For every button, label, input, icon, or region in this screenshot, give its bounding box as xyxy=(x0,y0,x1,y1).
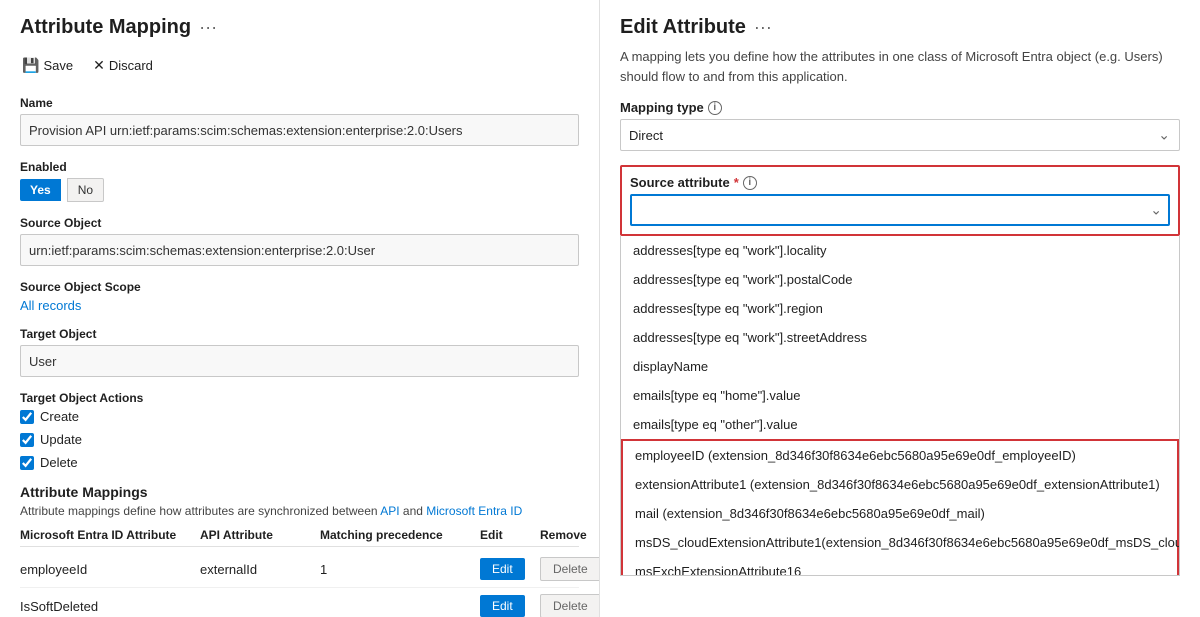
table-row: IsSoftDeleted Edit Delete xyxy=(20,588,579,617)
edit-attribute-title: Edit Attribute xyxy=(620,16,746,39)
all-records-link[interactable]: All records xyxy=(20,298,81,313)
desc-mid: and xyxy=(400,504,427,518)
required-star: * xyxy=(734,175,739,190)
row-entra-attr: IsSoftDeleted xyxy=(20,599,200,614)
source-attribute-section: Source attribute * i ⌄ xyxy=(620,165,1180,236)
toggle-no-button[interactable]: No xyxy=(67,178,104,202)
create-checkbox-group: Create xyxy=(20,409,579,424)
source-attr-info-icon: i xyxy=(743,176,757,190)
dropdown-item[interactable]: msDS_cloudExtensionAttribute1(extension_… xyxy=(623,528,1177,557)
dropdown-item[interactable]: extensionAttribute1 (extension_8d346f30f… xyxy=(623,470,1177,499)
mapping-type-label: Mapping type i xyxy=(620,100,1180,115)
dropdown-item[interactable]: msExchExtensionAttribute16 (extension_8d… xyxy=(623,557,1177,576)
row-delete-button[interactable]: Delete xyxy=(540,594,600,617)
discard-button[interactable]: ✕ Discard xyxy=(91,53,155,78)
table-header: Microsoft Entra ID Attribute API Attribu… xyxy=(20,528,579,547)
toggle-yes-button[interactable]: Yes xyxy=(20,179,61,201)
row-edit-button[interactable]: Edit xyxy=(480,558,525,580)
name-label: Name xyxy=(20,96,579,110)
enabled-field-group: Enabled Yes No xyxy=(20,160,579,202)
name-field-group: Name xyxy=(20,96,579,146)
dropdown-item[interactable]: displayName xyxy=(621,352,1179,381)
name-input[interactable] xyxy=(20,114,579,146)
row-edit-button[interactable]: Edit xyxy=(480,595,525,617)
target-object-label: Target Object xyxy=(20,327,579,341)
target-object-field-group: Target Object xyxy=(20,327,579,377)
right-panel-title: Edit Attribute ··· xyxy=(620,16,1180,39)
create-label: Create xyxy=(40,409,79,424)
left-panel: Attribute Mapping ··· 💾 Save ✕ Discard N… xyxy=(0,0,600,617)
delete-label: Delete xyxy=(40,455,78,470)
row-delete-button[interactable]: Delete xyxy=(540,557,600,581)
save-icon: 💾 xyxy=(22,57,39,74)
enabled-label: Enabled xyxy=(20,160,579,174)
discard-label: Discard xyxy=(109,58,153,73)
entra-link[interactable]: Microsoft Entra ID xyxy=(426,504,522,518)
delete-checkbox-group: Delete xyxy=(20,455,579,470)
source-attr-input-wrapper: ⌄ xyxy=(630,194,1170,226)
dropdown-item[interactable]: emails[type eq "other"].value xyxy=(621,410,1179,439)
source-object-scope-label: Source Object Scope xyxy=(20,280,579,294)
api-link[interactable]: API xyxy=(380,504,399,518)
target-object-actions-label: Target Object Actions xyxy=(20,391,579,405)
update-checkbox[interactable] xyxy=(20,433,34,447)
enabled-toggle: Yes No xyxy=(20,178,579,202)
source-object-input[interactable] xyxy=(20,234,579,266)
col-api-attr: API Attribute xyxy=(200,528,320,542)
mapping-type-text: Mapping type xyxy=(620,100,704,115)
source-attr-input[interactable] xyxy=(630,194,1170,226)
right-title-ellipsis[interactable]: ··· xyxy=(754,17,772,38)
dropdown-item[interactable]: addresses[type eq "work"].region xyxy=(621,294,1179,323)
update-checkbox-group: Update xyxy=(20,432,579,447)
dropdown-item[interactable]: addresses[type eq "work"].streetAddress xyxy=(621,323,1179,352)
table-row: employeeId externalId 1 Edit Delete xyxy=(20,551,579,588)
dropdown-item[interactable]: emails[type eq "home"].value xyxy=(621,381,1179,410)
attribute-mapping-title: Attribute Mapping xyxy=(20,16,191,39)
mapping-type-select[interactable]: DirectConstantExpression xyxy=(620,119,1180,151)
desc-pre: Attribute mappings define how attributes… xyxy=(20,504,380,518)
discard-icon: ✕ xyxy=(93,57,105,74)
attribute-mappings-title: Attribute Mappings xyxy=(20,484,579,500)
right-description: A mapping lets you define how the attrib… xyxy=(620,47,1180,86)
col-entra-attr: Microsoft Entra ID Attribute xyxy=(20,528,200,542)
dropdown-item[interactable]: addresses[type eq "work"].locality xyxy=(621,236,1179,265)
target-object-input[interactable] xyxy=(20,345,579,377)
row-api-attr: externalId xyxy=(200,562,320,577)
attribute-mappings-desc: Attribute mappings define how attributes… xyxy=(20,504,579,518)
create-checkbox[interactable] xyxy=(20,410,34,424)
left-title-ellipsis[interactable]: ··· xyxy=(199,17,217,38)
save-button[interactable]: 💾 Save xyxy=(20,53,75,78)
target-object-actions-group: Target Object Actions Create Update Dele… xyxy=(20,391,579,470)
source-object-label: Source Object xyxy=(20,216,579,230)
row-matching: 1 xyxy=(320,562,480,577)
left-panel-title: Attribute Mapping ··· xyxy=(20,16,579,39)
attribute-mappings-table: employeeId externalId 1 Edit Delete IsSo… xyxy=(20,551,579,617)
save-label: Save xyxy=(43,58,73,73)
source-attr-text: Source attribute xyxy=(630,175,730,190)
source-object-scope-group: Source Object Scope All records xyxy=(20,280,579,313)
mapping-type-info-icon: i xyxy=(708,101,722,115)
source-object-field-group: Source Object xyxy=(20,216,579,266)
source-attr-label: Source attribute * i xyxy=(630,175,1170,190)
delete-checkbox[interactable] xyxy=(20,456,34,470)
dropdown-item[interactable]: employeeID (extension_8d346f30f8634e6ebc… xyxy=(623,441,1177,470)
toolbar: 💾 Save ✕ Discard xyxy=(20,53,579,78)
dropdown-item[interactable]: addresses[type eq "work"].postalCode xyxy=(621,265,1179,294)
row-entra-attr: employeeId xyxy=(20,562,200,577)
col-remove: Remove xyxy=(540,528,600,542)
update-label: Update xyxy=(40,432,82,447)
col-edit: Edit xyxy=(480,528,540,542)
col-matching: Matching precedence xyxy=(320,528,480,542)
dropdown-item[interactable]: mail (extension_8d346f30f8634e6ebc5680a9… xyxy=(623,499,1177,528)
highlighted-group: employeeID (extension_8d346f30f8634e6ebc… xyxy=(621,439,1179,576)
source-attr-dropdown: addresses[type eq "work"].localityaddres… xyxy=(620,236,1180,576)
mapping-type-select-wrapper: DirectConstantExpression xyxy=(620,119,1180,151)
right-panel: Edit Attribute ··· A mapping lets you de… xyxy=(600,0,1200,617)
